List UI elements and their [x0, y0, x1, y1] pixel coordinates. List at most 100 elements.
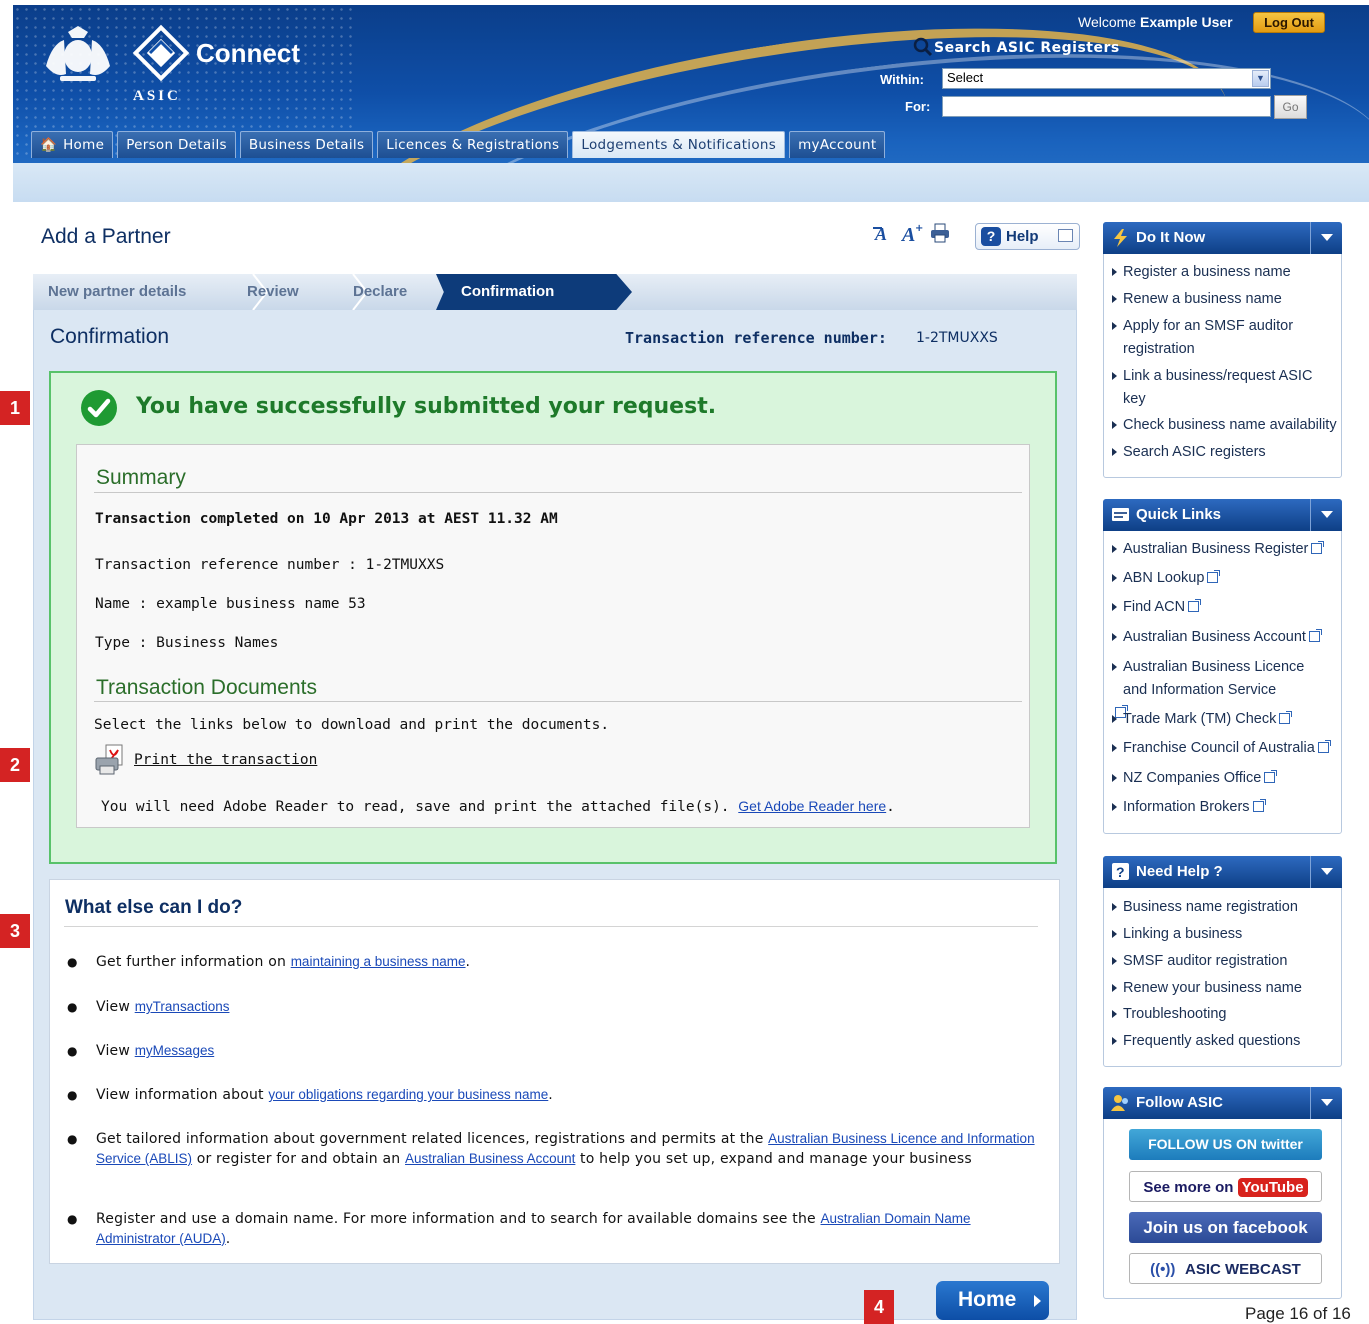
twitter-button[interactable]: FOLLOW US ON twitter [1129, 1129, 1322, 1160]
help-button[interactable]: ? Help [975, 223, 1080, 250]
sidebar-item-franchise-council[interactable]: Franchise Council of Australia [1112, 737, 1331, 760]
external-link-icon [1279, 711, 1293, 724]
youtube-logo: YouTube [1237, 1178, 1308, 1197]
coat-of-arms-icon [46, 26, 110, 81]
within-select[interactable]: Select ▼ [942, 68, 1271, 89]
list-item-text: . [225, 1231, 231, 1247]
summary-ref-line: Transaction reference number : 1-2TMUXXS [95, 557, 445, 573]
mytransactions-link[interactable]: myTransactions [135, 999, 230, 1014]
follow-asic-header[interactable]: Follow ASIC [1103, 1087, 1342, 1119]
sidebar-item-label: Renew your business name [1123, 980, 1302, 996]
australian-business-account-link[interactable]: Australian Business Account [405, 1151, 575, 1166]
print-icon[interactable] [929, 222, 951, 244]
list-item-text: . [465, 954, 471, 970]
success-message: You have successfully submitted your req… [136, 394, 717, 419]
external-link-icon [1207, 570, 1221, 583]
chevron-right-icon [1034, 1295, 1041, 1307]
decrease-text-size-icon[interactable]: A [873, 222, 895, 244]
list-item-text: View [96, 1043, 131, 1059]
divider [94, 492, 1022, 493]
pdf-print-icon[interactable] [94, 744, 130, 776]
list-item-text: to help you set up, expand and manage yo… [580, 1151, 972, 1167]
welcome-text: Welcome Example User [1078, 14, 1233, 30]
do-it-now-header[interactable]: Do It Now [1103, 222, 1342, 254]
chevron-down-icon[interactable] [1310, 856, 1342, 888]
page-title: Add a Partner [41, 225, 171, 248]
go-button[interactable]: Go [1274, 95, 1307, 119]
tab-business-details[interactable]: Business Details [239, 131, 374, 158]
sidebar-item-renew-business-name[interactable]: Renew a business name [1112, 288, 1282, 311]
list-item-text: or register for and obtain an [196, 1151, 401, 1167]
sidebar-item-check-availability[interactable]: Check business name availability [1112, 414, 1337, 437]
chevron-down-icon[interactable] [1310, 222, 1342, 254]
sidebar-item-smsf-auditor[interactable]: Apply for an SMSF auditor registration [1112, 315, 1312, 361]
adobe-reader-period: . [886, 799, 895, 815]
sidebar-item-faq[interactable]: Frequently asked questions [1112, 1030, 1300, 1053]
maintaining-business-name-link[interactable]: maintaining a business name [291, 954, 466, 969]
webcast-button[interactable]: ((•)) ASIC WEBCAST [1129, 1253, 1322, 1284]
sidebar-item-label: Find ACN [1123, 599, 1186, 615]
page-number: Page 16 of 16 [1245, 1304, 1351, 1323]
app-name: Connect [196, 38, 300, 68]
sidebar-item-nz-companies[interactable]: NZ Companies Office [1112, 767, 1278, 790]
need-help-header[interactable]: ? Need Help ? [1103, 856, 1342, 888]
sidebar-item-abn-lookup[interactable]: ABN Lookup [1112, 567, 1221, 590]
external-link-icon [1252, 799, 1266, 812]
sidebar-item-register-business-name[interactable]: Register a business name [1112, 261, 1291, 284]
tab-home[interactable]: 🏠 Home [31, 131, 114, 158]
sidebar-item-label: Linking a business [1123, 926, 1243, 942]
search-input[interactable] [942, 96, 1271, 117]
sidebar-item-smsf-registration[interactable]: SMSF auditor registration [1112, 950, 1287, 973]
business-name-obligations-link[interactable]: your obligations regarding your business… [268, 1087, 548, 1102]
list-item: Register and use a domain name. For more… [96, 1209, 1036, 1249]
sidebar-item-aba[interactable]: Australian Business Account [1112, 626, 1322, 649]
annotation-marker-3: 3 [0, 914, 30, 948]
divider [94, 701, 1022, 702]
tab-licences-registrations[interactable]: Licences & Registrations [377, 131, 569, 158]
sidebar-item-trade-mark[interactable]: Trade Mark (TM) Check [1112, 708, 1293, 731]
step-review: Review [247, 283, 299, 300]
list-item-text: . [548, 1087, 553, 1103]
sidebar-item-label: Trade Mark (TM) Check [1123, 711, 1277, 727]
tab-myaccount[interactable]: myAccount [789, 131, 886, 158]
step-confirmation: Confirmation [461, 283, 555, 300]
youtube-prefix: See more on [1143, 1179, 1234, 1196]
sidebar-item-information-brokers[interactable]: Information Brokers [1112, 796, 1266, 819]
chevron-down-icon[interactable] [1310, 499, 1342, 531]
sidebar-item-abr[interactable]: Australian Business Register [1112, 538, 1325, 561]
print-transaction-link[interactable]: Print the transaction [134, 752, 317, 768]
help-icon: ? [981, 227, 1001, 246]
home-button[interactable]: Home [936, 1281, 1049, 1320]
facebook-button[interactable]: Join us on facebook [1129, 1212, 1322, 1243]
sidebar-item-linking-business[interactable]: Linking a business [1112, 923, 1242, 946]
follow-asic-title: Follow ASIC [1136, 1094, 1223, 1111]
divider [64, 926, 1038, 927]
increase-text-size-icon[interactable]: A + [901, 222, 923, 244]
youtube-button[interactable]: See more on YouTube [1129, 1171, 1322, 1202]
sidebar-item-troubleshooting[interactable]: Troubleshooting [1112, 1003, 1226, 1026]
chevron-down-icon[interactable] [1310, 1087, 1342, 1119]
sidebar-item-label: ABN Lookup [1123, 570, 1205, 586]
quick-links-header[interactable]: Quick Links [1103, 499, 1342, 531]
header-subbar [13, 163, 1369, 202]
chevron-down-icon[interactable]: ▼ [1252, 70, 1269, 87]
bullet-icon: ● [67, 1212, 78, 1226]
list-item-text: View [96, 999, 131, 1015]
sidebar-item-link-business[interactable]: Link a business/request ASIC key [1112, 365, 1322, 411]
get-adobe-reader-link[interactable]: Get Adobe Reader here [738, 798, 886, 814]
sidebar-item-find-acn[interactable]: Find ACN [1112, 596, 1202, 619]
bullet-icon: ● [67, 1132, 78, 1146]
step-new-partner-details: New partner details [48, 283, 187, 300]
sidebar-item-bn-registration[interactable]: Business name registration [1112, 896, 1298, 919]
sidebar-item-search-registers[interactable]: Search ASIC registers [1112, 441, 1266, 464]
sidebar-item-label: Australian Business Licence and Informat… [1123, 659, 1305, 698]
what-else-heading: What else can I do? [65, 897, 243, 918]
home-icon: 🏠 [40, 137, 58, 153]
tab-lodgements-notifications[interactable]: Lodgements & Notifications [572, 131, 786, 158]
sidebar-item-renew-bn[interactable]: Renew your business name [1112, 977, 1302, 1000]
agency-name: ASIC [133, 88, 181, 104]
tab-person-details[interactable]: Person Details [117, 131, 236, 158]
sidebar-item-label: Renew a business name [1123, 291, 1282, 307]
logout-button[interactable]: Log Out [1253, 12, 1325, 33]
mymessages-link[interactable]: myMessages [135, 1043, 215, 1058]
